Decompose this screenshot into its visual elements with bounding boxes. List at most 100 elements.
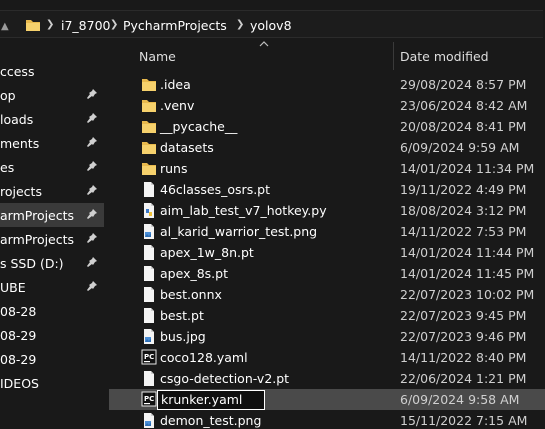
breadcrumb-separator-icon[interactable]: ❯ (236, 19, 244, 30)
file-row[interactable]: PC coco128.yaml 14/11/2022 8:40 PM (109, 347, 545, 368)
file-row[interactable]: aim_lab_test_v7_hotkey.py 18/08/2024 3:12… (109, 200, 545, 221)
file-row[interactable]: bus.jpg 22/07/2023 9:46 PM (109, 326, 545, 347)
nav-item-folder-08-29[interactable]: 08-29 (0, 323, 104, 347)
column-header-name[interactable]: Name (139, 49, 176, 64)
nav-item-pycharmprojects-selected[interactable]: armProjects (0, 203, 104, 227)
nav-item-pycharmprojects[interactable]: armProjects (0, 227, 104, 251)
file-date-modified: 29/08/2024 8:57 PM (400, 77, 527, 92)
file-name: 46classes_osrs.pt (160, 182, 271, 197)
file-date-modified: 19/11/2022 4:49 PM (400, 182, 527, 197)
file-date-modified: 22/07/2023 9:45 PM (400, 308, 527, 323)
file-date-modified: 22/07/2023 9:46 PM (400, 329, 527, 344)
file-row[interactable]: 46classes_osrs.pt 19/11/2022 4:49 PM (109, 179, 545, 200)
pin-icon (87, 233, 97, 243)
nav-item-label: UBE (0, 280, 26, 295)
rename-input[interactable]: krunker.yaml (157, 390, 265, 410)
nav-item-label: op (0, 88, 16, 103)
file-name: apex_8s.pt (160, 266, 228, 281)
navigation-pane: ccess op loads ments es rojects armProje… (0, 48, 108, 429)
file-date-modified: 14/01/2024 11:44 PM (400, 245, 535, 260)
pin-icon (87, 209, 97, 219)
nav-item-label: armProjects (0, 208, 75, 223)
nav-item-label: s SSD (D:) (0, 256, 64, 271)
column-header-date-modified[interactable]: Date modified (400, 49, 489, 64)
file-icon (141, 307, 157, 324)
breadcrumb-separator-icon[interactable]: ❯ (46, 19, 54, 30)
file-date-modified: 22/07/2023 10:02 PM (400, 287, 535, 302)
file-date-modified: 6/09/2024 9:59 AM (400, 140, 520, 155)
address-bar: ▲ ❯ i7_8700 ❯ PycharmProjects ❯ yolov8 (0, 8, 545, 38)
nav-scroll-up-icon[interactable]: ▲ (1, 21, 9, 32)
nav-item-label: ccess (0, 64, 35, 79)
pin-icon (87, 161, 97, 171)
folder-icon (141, 97, 157, 114)
file-date-modified: 22/06/2024 1:21 PM (400, 371, 527, 386)
file-name: .venv (160, 98, 195, 113)
file-name: datasets (160, 140, 214, 155)
file-row[interactable]: __pycache__ 20/08/2024 8:41 PM (109, 116, 545, 137)
nav-item-ssd-drive[interactable]: s SSD (D:) (0, 251, 104, 275)
file-name: best.pt (160, 308, 204, 323)
file-date-modified: 15/11/2022 7:15 AM (400, 413, 528, 428)
file-date-modified: 18/08/2024 3:12 PM (400, 203, 527, 218)
file-name: .idea (160, 77, 191, 92)
sort-ascending-icon (259, 41, 269, 47)
file-name: apex_1w_8n.pt (160, 245, 254, 260)
python-file-icon (141, 202, 157, 219)
file-name: csgo-detection-v2.pt (160, 371, 290, 386)
file-name: runs (160, 161, 188, 176)
breadcrumb-item-yolov8[interactable]: yolov8 (250, 18, 292, 33)
image-file-icon (141, 328, 157, 345)
nav-item-documents[interactable]: ments (0, 131, 104, 155)
folder-icon (141, 118, 157, 135)
file-row[interactable]: runs 14/01/2024 11:34 PM (109, 158, 545, 179)
nav-item-quick-access[interactable]: ccess (0, 59, 104, 83)
nav-item-label: 08-29 (0, 352, 37, 367)
file-list: .idea 29/08/2024 8:57 PM .venv 23/06/2024 8… (109, 74, 545, 429)
file-row[interactable]: best.onnx 22/07/2023 10:02 PM (109, 284, 545, 305)
nav-item-videos[interactable]: IDEOS (0, 371, 104, 395)
file-row[interactable]: .idea 29/08/2024 8:57 PM (109, 74, 545, 95)
pycharm-file-icon: PC (141, 391, 157, 408)
file-row[interactable]: al_karid_warrior_test.png 14/11/2022 7:53… (109, 221, 545, 242)
file-row[interactable]: best.pt 22/07/2023 9:45 PM (109, 305, 545, 326)
pycharm-file-icon: PC (141, 349, 157, 366)
column-header: Name Date modified (109, 40, 545, 72)
nav-item-label: armProjects (0, 232, 75, 247)
nav-item-projects[interactable]: rojects (0, 179, 104, 203)
image-file-icon (141, 412, 157, 429)
file-date-modified: 20/08/2024 8:41 PM (400, 119, 527, 134)
file-row[interactable]: apex_8s.pt 14/01/2024 11:45 PM (109, 263, 545, 284)
breadcrumb-separator-icon[interactable]: ❯ (110, 19, 118, 30)
nav-item-youtube[interactable]: UBE (0, 275, 104, 299)
breadcrumb-item-i7[interactable]: i7_8700 (61, 18, 111, 33)
file-row[interactable]: csgo-detection-v2.pt 22/06/2024 1:21 PM (109, 368, 545, 389)
file-row[interactable]: apex_1w_8n.pt 14/01/2024 11:44 PM (109, 242, 545, 263)
file-date-modified: 14/01/2024 11:45 PM (400, 266, 535, 281)
file-row[interactable]: demon_test.png 15/11/2022 7:15 AM (109, 410, 545, 429)
pin-icon (87, 137, 97, 147)
file-icon (141, 181, 157, 198)
breadcrumb-item-pycharmprojects[interactable]: PycharmProjects (123, 18, 227, 33)
nav-item-folder-08-29-b[interactable]: 08-29 (0, 347, 104, 371)
nav-item-pictures[interactable]: es (0, 155, 104, 179)
file-name: aim_lab_test_v7_hotkey.py (160, 203, 327, 218)
file-date-modified: 14/01/2024 11:34 PM (400, 161, 535, 176)
nav-item-desktop[interactable]: op (0, 83, 104, 107)
nav-item-label: loads (0, 112, 34, 127)
nav-item-downloads[interactable]: loads (0, 107, 104, 131)
file-row[interactable]: datasets 6/09/2024 9:59 AM (109, 137, 545, 158)
file-row[interactable]: .venv 23/06/2024 8:42 AM (109, 95, 545, 116)
folder-icon (26, 20, 40, 31)
file-row-renaming[interactable]: PC krunker.yaml 6/09/2024 9:58 AM (109, 389, 545, 410)
file-name: al_karid_warrior_test.png (160, 224, 318, 239)
nav-item-label: ments (0, 136, 40, 151)
nav-item-label: es (0, 160, 15, 175)
file-icon (141, 244, 157, 261)
address-bar-box[interactable]: ▲ ❯ i7_8700 ❯ PycharmProjects ❯ yolov8 (0, 10, 543, 38)
nav-item-label: rojects (0, 184, 42, 199)
nav-item-label: 08-29 (0, 328, 37, 343)
file-name: coco128.yaml (160, 350, 248, 365)
column-resize-handle[interactable] (393, 42, 394, 70)
nav-item-folder-08-28[interactable]: 08-28 (0, 299, 104, 323)
